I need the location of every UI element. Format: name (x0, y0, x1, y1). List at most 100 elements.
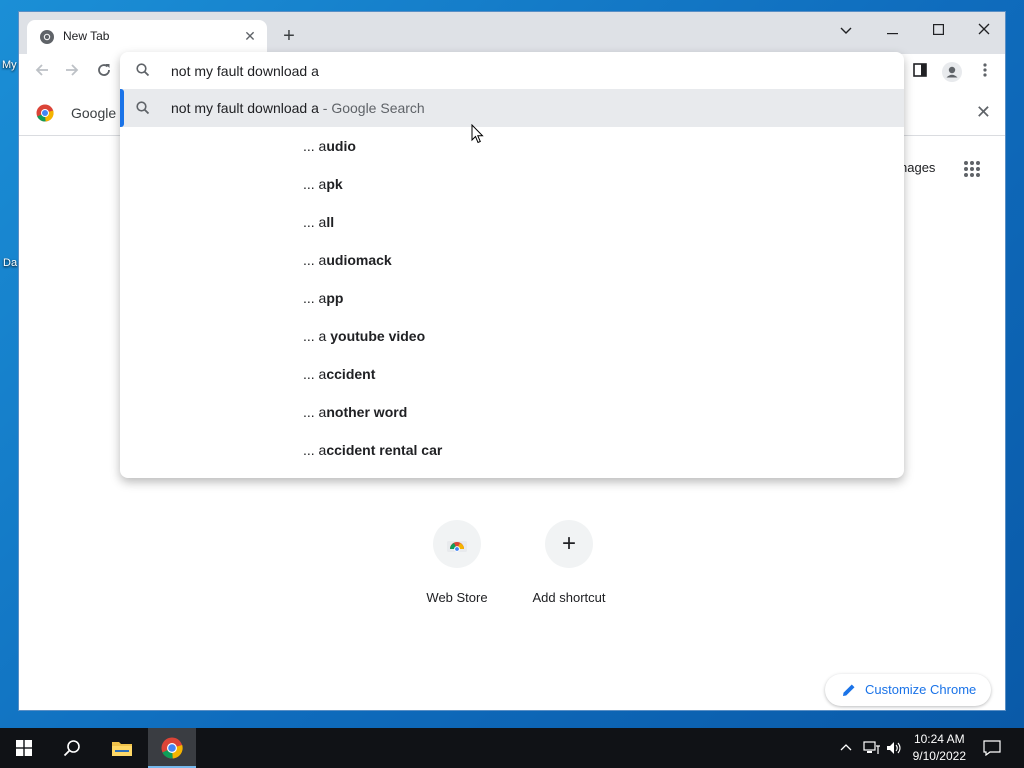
tail-completion: pk (326, 176, 343, 192)
tail-prefix: ... a (303, 404, 327, 420)
start-button[interactable] (0, 728, 48, 768)
tail-completion: ll (326, 214, 335, 230)
customize-label: Customize Chrome (865, 682, 977, 697)
suggestion-suffix: Google Search (331, 100, 425, 116)
apps-grid-icon[interactable] (962, 159, 982, 179)
tail-prefix: ... a (303, 252, 327, 268)
suggestion-google-search[interactable]: not my fault download a - Google Search (120, 89, 904, 127)
tail-prefix: ... a (303, 214, 327, 230)
avatar-icon (942, 62, 962, 82)
chevron-down-icon (840, 27, 852, 34)
profile-button[interactable] (941, 62, 963, 84)
tail-suggestion-row[interactable]: ... app (120, 279, 904, 317)
tail-completion: ccident (326, 366, 376, 382)
tail-prefix: ... a (303, 138, 327, 154)
tail-completion: youtube video (330, 328, 426, 344)
tail-completion: nother word (326, 404, 408, 420)
chrome-favicon-icon (40, 30, 54, 44)
tail-suggestion-row[interactable]: ... audio (120, 127, 904, 165)
tail-suggestion-row[interactable]: ... accident (120, 355, 904, 393)
tail-suggestion-text: ... all (303, 214, 334, 230)
close-tab-icon[interactable]: ✕ (241, 27, 259, 45)
tail-suggestion-row[interactable]: ... all (120, 203, 904, 241)
tail-completion: udiomack (326, 252, 392, 268)
clock-time: 10:24 AM (913, 732, 965, 746)
tail-suggestion-text: ... apk (303, 176, 343, 192)
tail-suggestion-text: ... a youtube video (303, 328, 425, 344)
taskbar: 10:24 AM 9/10/2022 (0, 728, 1024, 768)
tab-search-button[interactable] (823, 16, 869, 44)
shortcut-web-store[interactable]: Web Store (402, 520, 512, 605)
pencil-icon (843, 684, 855, 696)
tail-suggestion-row[interactable]: ... audiomack (120, 241, 904, 279)
notification-icon[interactable] (983, 740, 1001, 756)
taskbar-search-button[interactable] (48, 728, 96, 768)
folder-icon (112, 742, 132, 756)
address-bar-input[interactable] (171, 58, 871, 84)
tail-prefix: ... a (303, 290, 327, 306)
minimize-icon (886, 33, 898, 35)
desktop-icon-label[interactable]: My (2, 59, 17, 71)
suggestion-query: not my fault download a (171, 100, 319, 116)
close-window-button[interactable] (961, 16, 1005, 44)
chrome-logo-icon (161, 737, 183, 759)
new-tab-button[interactable]: + (277, 24, 301, 48)
tail-prefix: ... a (303, 366, 327, 382)
web-store-icon (433, 520, 481, 568)
close-icon[interactable]: ✕ (976, 102, 991, 123)
menu-button[interactable] (974, 62, 996, 84)
tail-prefix: ... a (303, 328, 331, 344)
windows-logo-icon (16, 740, 32, 756)
side-panel-button[interactable] (909, 62, 931, 84)
tail-suggestion-text: ... another word (303, 404, 407, 420)
omnibox-dropdown: not my fault download a - Google Search … (120, 52, 904, 478)
tab-new-tab[interactable]: New Tab ✕ (27, 20, 267, 54)
tail-suggestion-text: ... audio (303, 138, 356, 154)
tail-completion: ccident rental car (326, 442, 443, 458)
reload-button[interactable] (91, 60, 117, 84)
tail-suggestion-row[interactable]: ... a youtube video (120, 317, 904, 355)
maximize-icon (932, 24, 944, 36)
mouse-cursor-icon (471, 124, 484, 144)
volume-icon[interactable] (886, 741, 902, 755)
shortcut-add[interactable]: + Add shortcut (514, 520, 624, 605)
suggestion-text: not my fault download a - Google Search (171, 100, 425, 116)
close-icon (978, 23, 990, 35)
more-vert-icon (983, 63, 987, 77)
tail-completion: pp (326, 290, 344, 306)
network-icon[interactable] (863, 741, 881, 755)
shortcut-label: Add shortcut (532, 590, 606, 605)
chrome-taskbar-button[interactable] (148, 728, 196, 768)
file-explorer-button[interactable] (98, 728, 146, 768)
chevron-up-icon[interactable] (840, 743, 852, 751)
tail-prefix: ... a (303, 176, 327, 192)
search-icon (136, 63, 150, 77)
tab-strip: New Tab ✕ + (19, 12, 1005, 54)
tail-suggestion-text: ... audiomack (303, 252, 392, 268)
maximize-button[interactable] (915, 16, 961, 44)
images-link[interactable]: nages (900, 160, 935, 175)
chrome-logo-icon (36, 104, 54, 122)
tail-suggestion-text: ... accident (303, 366, 375, 382)
desktop-icon-label[interactable]: Da (3, 257, 17, 269)
search-icon (63, 740, 80, 757)
back-button[interactable] (29, 60, 55, 84)
omnibox-input-row (120, 52, 904, 89)
clock-date: 9/10/2022 (912, 749, 966, 763)
arrow-right-icon (66, 64, 79, 76)
tail-suggestion-text: ... accident rental car (303, 442, 442, 458)
shortcut-label: Web Store (426, 590, 488, 605)
customize-chrome-button[interactable]: Customize Chrome (825, 674, 991, 706)
clock[interactable]: 10:24 AM 9/10/2022 (913, 731, 966, 765)
tab-title: New Tab (63, 29, 110, 43)
tail-suggestion-text: ... app (303, 290, 343, 306)
tail-suggestion-row[interactable]: ... apk (120, 165, 904, 203)
minimize-button[interactable] (869, 16, 915, 44)
plus-icon: + (545, 520, 593, 568)
tail-completion: udio (326, 138, 356, 154)
search-icon (136, 101, 150, 115)
forward-button[interactable] (59, 60, 85, 84)
tail-suggestion-row[interactable]: ... another word (120, 393, 904, 431)
reload-icon (98, 64, 110, 76)
tail-suggestion-row[interactable]: ... accident rental car (120, 431, 904, 469)
